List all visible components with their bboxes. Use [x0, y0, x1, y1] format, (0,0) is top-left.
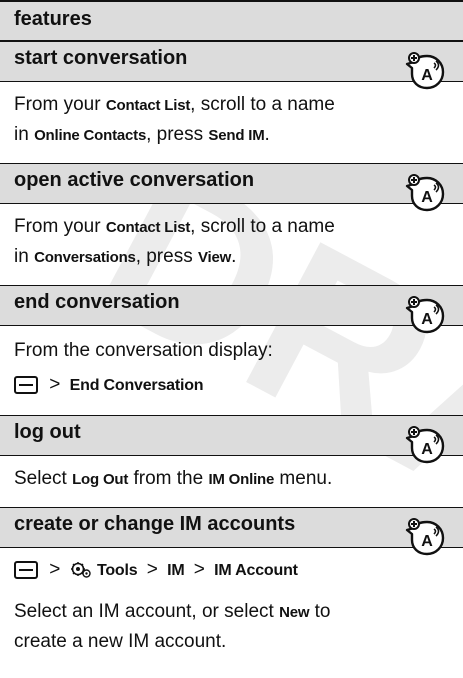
path-item: IM — [167, 562, 185, 579]
feature-title-text: log out — [14, 421, 81, 443]
feature-title-log-out: log out A — [0, 416, 463, 464]
body-line: Select Log Out from the IM Online menu. — [14, 464, 393, 494]
menu-path: > End Conversation — [14, 368, 393, 403]
features-table: features start conversation A From your … — [0, 0, 463, 678]
feature-body-log-out: Select Log Out from the IM Online menu. — [0, 456, 463, 508]
table-header: features — [0, 0, 463, 42]
feature-title-create-or-change-im-accounts: create or change IM accounts A — [0, 508, 463, 556]
menu-path: > Tools > IM > IM Account — [14, 554, 393, 587]
text-run: , press — [146, 124, 209, 145]
path-item: End Conversation — [69, 377, 204, 394]
path-item: Tools — [96, 562, 138, 579]
feature-body-open-active-conversation: From your Contact List, scroll to a name… — [0, 204, 463, 286]
text-run: create a new IM account. — [14, 631, 227, 652]
text-run: , press — [135, 246, 198, 267]
keyword: Conversations — [34, 249, 136, 266]
text-run: to — [309, 601, 331, 622]
table-header-title: features — [14, 8, 92, 30]
body-line: in Conversations, press View. — [14, 242, 393, 272]
feature-body-end-conversation: From the conversation display: > End Con… — [0, 326, 463, 416]
text-run: From your — [14, 94, 106, 115]
text-run: . — [231, 246, 237, 267]
path-item: IM Account — [214, 562, 298, 579]
path-separator: > — [49, 374, 61, 395]
feature-title-text: create or change IM accounts — [14, 513, 296, 535]
path-separator: > — [193, 559, 205, 580]
text-run: menu. — [274, 468, 333, 489]
menu-key-icon — [14, 375, 38, 394]
text-run: , scroll to a name — [190, 94, 335, 115]
text-run: Select an IM account, or select — [14, 601, 280, 622]
body-line: Select an IM account, or select New to — [14, 597, 393, 627]
keyword: Online Contacts — [34, 127, 147, 144]
feature-body-create-or-change-im-accounts: > Tools > IM > IM Account Select an IM a… — [0, 548, 463, 678]
keyword: Log Out — [72, 471, 129, 488]
feature-title-text: open active conversation — [14, 169, 255, 191]
text-run: in — [14, 124, 35, 145]
text-run: . — [264, 124, 270, 145]
path-separator: > — [146, 559, 158, 580]
text-run: From your — [14, 216, 106, 237]
feature-title-open-active-conversation: open active conversation A — [0, 164, 463, 212]
keyword: New — [279, 604, 310, 621]
body-line: From your Contact List, scroll to a name — [14, 212, 393, 242]
body-line: From your Contact List, scroll to a name — [14, 90, 393, 120]
text-run: in — [14, 246, 35, 267]
keyword: View — [198, 249, 232, 266]
feature-title-start-conversation: start conversation A — [0, 42, 463, 90]
body-text: From the conversation display: — [14, 340, 273, 361]
feature-title-end-conversation: end conversation A — [0, 286, 463, 334]
keyword: Contact List — [105, 97, 191, 114]
body-line: in Online Contacts, press Send IM. — [14, 120, 393, 150]
tools-icon — [70, 561, 91, 578]
keyword: IM Online — [208, 471, 275, 488]
path-separator: > — [49, 559, 61, 580]
feature-title-text: end conversation — [14, 291, 180, 313]
feature-body-start-conversation: From your Contact List, scroll to a name… — [0, 82, 463, 164]
text-run: Select — [14, 468, 73, 489]
text-run: , scroll to a name — [190, 216, 335, 237]
text-run: from the — [128, 468, 209, 489]
keyword: Send IM — [208, 127, 265, 144]
menu-key-icon — [14, 560, 38, 579]
feature-title-text: start conversation — [14, 47, 188, 69]
keyword: Contact List — [105, 219, 191, 236]
body-line: create a new IM account. — [14, 627, 393, 656]
